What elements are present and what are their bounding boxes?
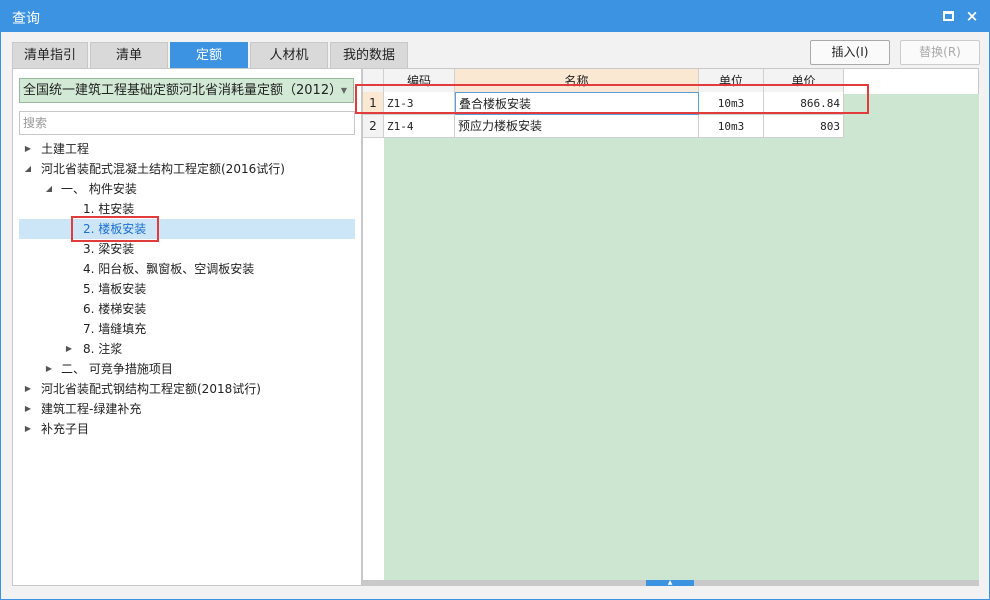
tab-labor-material-machine[interactable]: 人材机 [250, 42, 328, 68]
tree-item[interactable]: 3. 梁安装 [83, 239, 134, 259]
window-title: 查询 [12, 11, 40, 27]
tree-item[interactable]: 土建工程 [41, 139, 89, 159]
tree-item[interactable]: 一、 构件安装 [61, 179, 137, 199]
row-number[interactable]: 2 [363, 115, 384, 138]
expand-arrow-icon[interactable]: ▶ [23, 139, 33, 159]
chevron-down-icon[interactable]: ▼ [341, 79, 347, 102]
row-highlight-box [355, 84, 869, 114]
tree-item[interactable]: 7. 墙缝填充 [83, 319, 146, 339]
cell-unit[interactable]: 10m3 [699, 115, 764, 138]
tab-list[interactable]: 清单 [90, 42, 168, 68]
expand-arrow-icon[interactable]: ▶ [23, 419, 33, 439]
tab-list-guide[interactable]: 清单指引 [12, 42, 88, 68]
grid-empty-area [384, 94, 979, 580]
tab-quota[interactable]: 定额 [170, 42, 248, 68]
tab-my-data[interactable]: 我的数据 [330, 42, 408, 68]
replace-button[interactable]: 替换(R) [900, 40, 980, 65]
expand-arrow-icon[interactable]: ▶ [23, 379, 33, 399]
close-icon[interactable]: × [962, 6, 982, 26]
tree-item[interactable]: 河北省装配式钢结构工程定额(2018试行) [41, 379, 261, 399]
expand-arrow-icon[interactable]: ▶ [64, 339, 74, 359]
cell-price[interactable]: 803 [764, 115, 844, 138]
tree-item[interactable]: 建筑工程-绿建补充 [41, 399, 141, 419]
library-select[interactable]: 全国统一建筑工程基础定额河北省消耗量定额（2012） ▼ [19, 78, 354, 103]
window-titlebar: 查询 × [0, 0, 990, 32]
tree-item[interactable]: 河北省装配式混凝土结构工程定额(2016试行) [41, 159, 285, 179]
tree-item[interactable]: 补充子目 [41, 419, 89, 439]
cell-name[interactable]: 预应力楼板安装 [455, 115, 699, 138]
splitter-handle-icon[interactable]: ▲ [646, 580, 694, 586]
tree-highlight-box [71, 216, 159, 242]
search-input[interactable]: 搜索 [19, 111, 355, 135]
collapse-arrow-icon[interactable]: ◢ [44, 179, 54, 199]
library-select-value: 全国统一建筑工程基础定额河北省消耗量定额（2012） [23, 83, 343, 98]
collapse-arrow-icon[interactable]: ◢ [23, 159, 33, 179]
tree-item[interactable]: 6. 楼梯安装 [83, 299, 146, 319]
tree-item[interactable]: 4. 阳台板、飘窗板、空调板安装 [83, 259, 254, 279]
tree-selection-highlight [19, 219, 355, 239]
expand-arrow-icon[interactable]: ▶ [23, 399, 33, 419]
insert-button[interactable]: 插入(I) [810, 40, 890, 65]
tree-item[interactable]: 8. 注浆 [83, 339, 122, 359]
tree-item[interactable]: 5. 墙板安装 [83, 279, 146, 299]
expand-arrow-icon[interactable]: ▶ [44, 359, 54, 379]
maximize-icon[interactable] [938, 6, 958, 26]
cell-code[interactable]: Z1-4 [384, 115, 455, 138]
tree-item[interactable]: 二、 可竞争措施项目 [61, 359, 173, 379]
